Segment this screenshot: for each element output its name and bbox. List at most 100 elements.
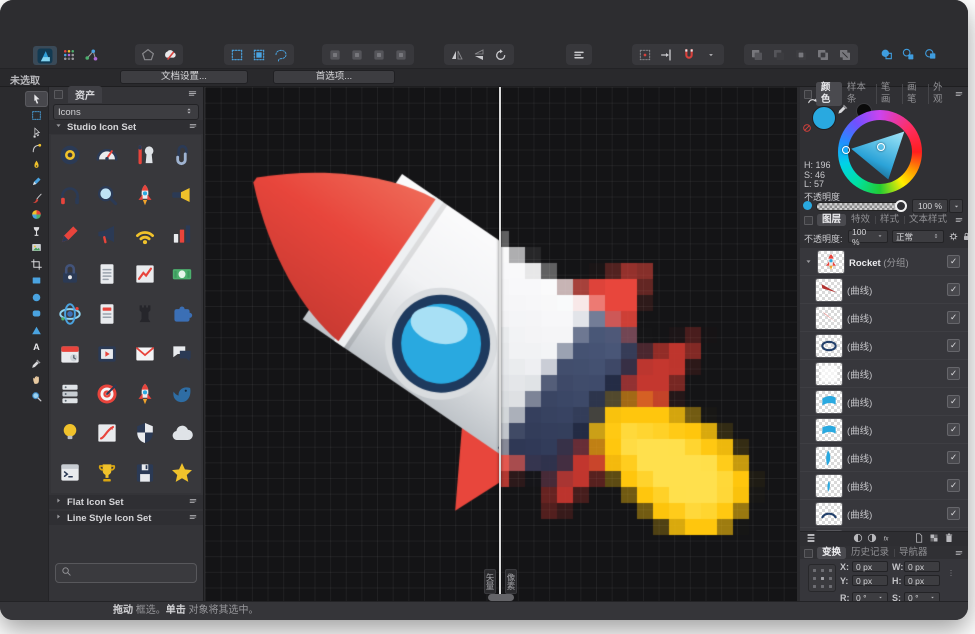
zoom-tool[interactable] xyxy=(25,388,48,404)
node-graph-button[interactable] xyxy=(81,46,101,63)
document-canvas[interactable] xyxy=(205,87,797,602)
asset-floppy[interactable] xyxy=(126,453,164,493)
asset-rocket[interactable] xyxy=(126,175,164,215)
color-tab[interactable]: 笔画 xyxy=(876,82,902,106)
mask-button[interactable] xyxy=(852,532,864,544)
opacity-caret-icon[interactable] xyxy=(949,199,963,213)
hue-marker[interactable] xyxy=(842,146,850,154)
brush-tool[interactable] xyxy=(25,190,48,206)
transform-tab[interactable]: 历史记录 xyxy=(846,547,894,559)
tab-assets[interactable]: 资产 xyxy=(68,86,102,103)
rounded-rectangle-tool[interactable] xyxy=(25,306,48,322)
asset-file-text[interactable] xyxy=(89,294,127,334)
layer-visibility-checkbox[interactable] xyxy=(947,507,960,520)
asset-video-player[interactable] xyxy=(89,334,127,374)
asset-magnifier[interactable] xyxy=(89,175,127,215)
corner-tool[interactable] xyxy=(25,141,48,157)
asset-lightbulb[interactable] xyxy=(51,413,89,453)
split-divider-handle[interactable] xyxy=(488,594,514,601)
asset-shield[interactable] xyxy=(126,413,164,453)
marquee-button[interactable] xyxy=(227,46,247,63)
fx-button[interactable]: fx xyxy=(880,532,892,544)
opacity-knob[interactable] xyxy=(895,200,907,212)
insert-inside-button[interactable] xyxy=(347,46,367,63)
insert-behind-button[interactable] xyxy=(325,46,345,63)
asset-trophy[interactable] xyxy=(89,453,127,493)
link-dimensions-icon[interactable] xyxy=(946,565,956,583)
color-wheel[interactable] xyxy=(838,110,922,194)
eyedropper-tool[interactable] xyxy=(25,355,48,371)
panel-collapse-icon[interactable] xyxy=(804,549,813,558)
section-menu-icon[interactable] xyxy=(188,512,198,525)
asset-headphones[interactable] xyxy=(51,175,89,215)
checker-button[interactable] xyxy=(928,532,940,544)
marquee-filled-button[interactable] xyxy=(249,46,269,63)
anchor-point-selector[interactable] xyxy=(808,564,836,592)
move-tool[interactable] xyxy=(25,91,48,107)
persona-vector-button[interactable] xyxy=(138,46,158,63)
opacity-value[interactable]: 100 % xyxy=(912,199,948,213)
assets-search-input[interactable] xyxy=(76,567,191,580)
asset-gauge[interactable] xyxy=(89,135,127,175)
transform-input-h[interactable]: 0 px xyxy=(904,575,940,586)
assets-category-select[interactable]: Icons xyxy=(53,104,199,120)
pixel-grid-button[interactable] xyxy=(635,46,655,63)
magnet-button[interactable] xyxy=(679,46,699,63)
order-mid-button[interactable] xyxy=(899,46,919,63)
assets-section-flat[interactable]: Flat Icon Set xyxy=(49,495,203,509)
asset-document[interactable] xyxy=(89,254,127,294)
expander-icon[interactable] xyxy=(804,253,813,271)
caret-down-button[interactable] xyxy=(701,46,721,63)
lasso-button[interactable] xyxy=(271,46,291,63)
gear-icon[interactable] xyxy=(948,231,959,242)
layers-tab[interactable]: 图层 xyxy=(817,214,846,226)
align-lines-button[interactable] xyxy=(569,46,589,63)
ellipse-tool[interactable] xyxy=(25,289,48,305)
bool-intersect-button[interactable] xyxy=(791,46,811,63)
asset-chess-rook[interactable] xyxy=(126,294,164,334)
asset-terminal[interactable] xyxy=(51,453,89,493)
layer-visibility-checkbox[interactable] xyxy=(947,423,960,436)
rotate-ccw-button[interactable] xyxy=(491,46,511,63)
layer-row[interactable]: (曲线) xyxy=(800,388,968,416)
asset-cloud[interactable] xyxy=(164,413,202,453)
asset-star[interactable] xyxy=(164,453,202,493)
rectangle-tool[interactable] xyxy=(25,273,48,289)
assets-section-line[interactable]: Line Style Icon Set xyxy=(49,511,203,525)
eyedropper-icon[interactable] xyxy=(836,102,850,121)
asset-flashlight[interactable] xyxy=(164,175,202,215)
asset-chart-column[interactable] xyxy=(126,254,164,294)
triangle-tool[interactable] xyxy=(25,322,48,338)
section-menu-icon[interactable] xyxy=(188,121,198,134)
flip-h-button[interactable] xyxy=(447,46,467,63)
stack-button[interactable] xyxy=(805,532,817,544)
order-back-button[interactable] xyxy=(921,46,941,63)
asset-server[interactable] xyxy=(51,374,89,414)
transform-input-w[interactable]: 0 px xyxy=(904,561,940,572)
color-tab[interactable]: 外观 xyxy=(928,82,954,106)
new-page-button[interactable] xyxy=(913,532,925,544)
order-front-button[interactable] xyxy=(877,46,897,63)
layer-visibility-checkbox[interactable] xyxy=(947,339,960,352)
bool-add-button[interactable] xyxy=(747,46,767,63)
affinity-logo[interactable] xyxy=(33,46,57,65)
panel-collapse-icon[interactable] xyxy=(54,90,63,99)
layer-visibility-checkbox[interactable] xyxy=(947,367,960,380)
asset-lock[interactable] xyxy=(51,254,89,294)
asset-chart-bar[interactable] xyxy=(164,215,202,255)
opacity-slider[interactable] xyxy=(816,202,906,211)
layer-visibility-checkbox[interactable] xyxy=(947,451,960,464)
asset-calendar[interactable] xyxy=(51,334,89,374)
layers-tab[interactable]: 样式 xyxy=(875,214,904,226)
saturation-marker[interactable] xyxy=(877,143,885,151)
panel-menu-icon[interactable] xyxy=(954,89,964,99)
color-dots-button[interactable] xyxy=(59,46,79,63)
asset-link[interactable] xyxy=(164,135,202,175)
place-image-tool[interactable] xyxy=(25,240,48,256)
persona-pixel-button[interactable] xyxy=(160,46,180,63)
split-view-divider[interactable] xyxy=(499,87,501,602)
pen-tool[interactable] xyxy=(25,157,48,173)
asset-bird[interactable] xyxy=(164,374,202,414)
layers-tab[interactable]: 文本样式 xyxy=(904,214,952,226)
transform-input-y[interactable]: 0 px xyxy=(852,575,888,586)
